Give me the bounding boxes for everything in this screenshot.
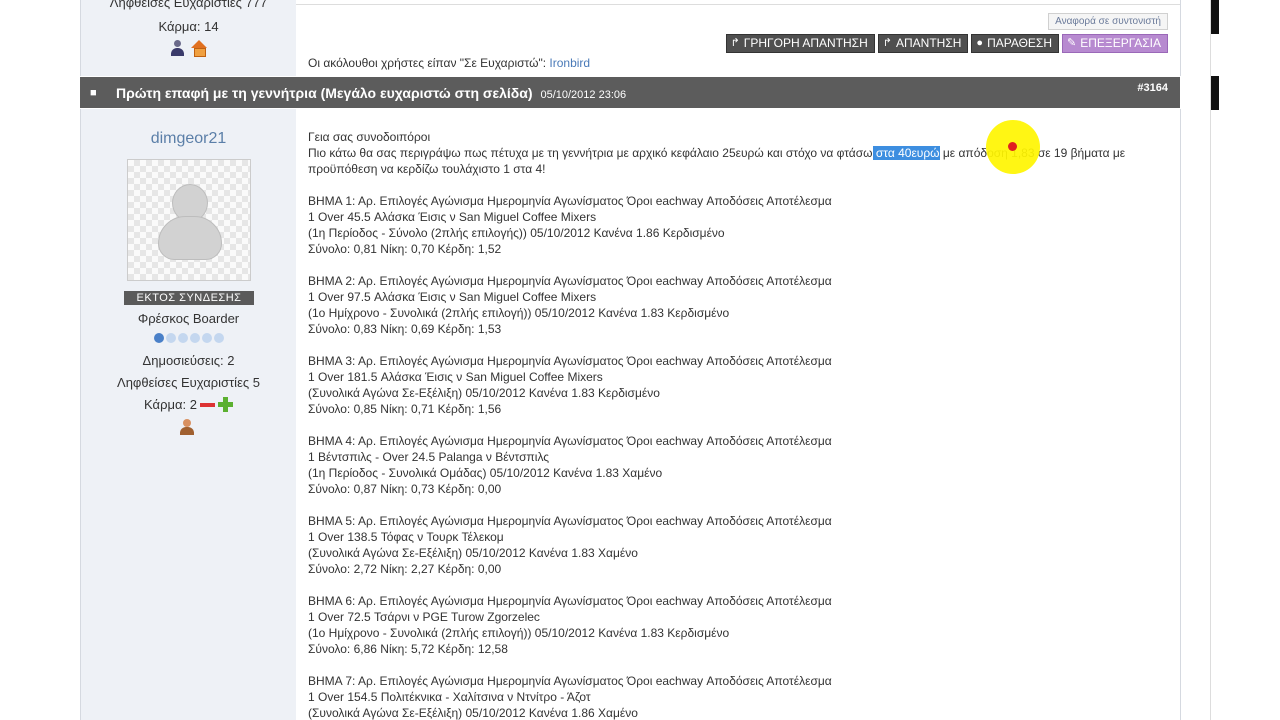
step-line: (1ο Ημίχρονο - Συνολικά (2πλής επιλογή))…: [308, 306, 730, 320]
post-bullet-icon: ■: [90, 87, 97, 99]
prev-post-sidebar: Ληφθείσες Ευχαριστίες 777 Κάρμα: 14: [80, 0, 297, 76]
step-summary: Σύνολο: 2,72 Νίκη: 2,27 Κέρδη: 0,00: [308, 562, 502, 576]
step-header: ΒΗΜΑ 4: Αρ. Επιλογές Αγώνισμα Ημερομηνία…: [308, 434, 832, 448]
step-header: ΒΗΜΑ 3: Αρ. Επιλογές Αγώνισμα Ημερομηνία…: [308, 354, 832, 368]
reply-button[interactable]: ↱ ΑΠΑΝΤΗΣΗ: [877, 34, 969, 53]
step-line: 1 Over 181.5 Αλάσκα Έισις ν San Miguel C…: [308, 370, 603, 384]
scrollbar-segment: [1211, 0, 1219, 34]
avatar-body: [158, 216, 222, 260]
step-block: ΒΗΜΑ 2: Αρ. Επιλογές Αγώνισμα Ημερομηνία…: [308, 273, 1158, 337]
rank-dot: [177, 333, 188, 343]
rank-dot: [153, 333, 164, 343]
rank-dot: [189, 333, 200, 343]
prev-post-content: Αναφορά σε συντονιστή ↱ ΓΡΗΓΟΡΗ ΑΠΑΝΤΗΣΗ…: [296, 0, 1181, 76]
selected-text: στα 40ευρώ: [872, 146, 940, 160]
avatar[interactable]: [127, 159, 251, 281]
prev-karma: Κάρμα: 14: [158, 19, 219, 34]
step-block: ΒΗΜΑ 6: Αρ. Επιλογές Αγώνισμα Ημερομηνία…: [308, 593, 1158, 657]
step-header: ΒΗΜΑ 7: Αρ. Επιλογές Αγώνισμα Ημερομηνία…: [308, 674, 832, 688]
karma-label: Κάρμα: 2: [144, 397, 197, 412]
post-header: ■ Πρώτη επαφή με τη γεννήτρια (Μεγάλο ευ…: [80, 77, 1180, 108]
rank-dot: [213, 333, 224, 343]
quote-button[interactable]: ● ΠΑΡΑΘΕΣΗ: [971, 34, 1060, 53]
step-header: ΒΗΜΑ 6: Αρ. Επιλογές Αγώνισμα Ημερομηνία…: [308, 594, 832, 608]
scrollbar-segment: [1211, 76, 1219, 110]
intro-text: Πιο κάτω θα σας περιγράψω πως πέτυχα με …: [308, 146, 873, 160]
step-header: ΒΗΜΑ 5: Αρ. Επιλογές Αγώνισμα Ημερομηνία…: [308, 514, 832, 528]
rank-dot: [165, 333, 176, 343]
post-title: Πρώτη επαφή με τη γεννήτρια (Μεγάλο ευχα…: [116, 85, 626, 101]
pencil-icon: ✎: [1067, 37, 1077, 49]
thanks-text: Οι ακόλουθοι χρήστες είπαν "Σε Ευχαριστώ…: [308, 56, 547, 70]
edit-label: ΕΠΕΞΕΡΓΑΣΙΑ: [1080, 36, 1161, 50]
step-block: ΒΗΜΑ 7: Αρ. Επιλογές Αγώνισμα Ημερομηνία…: [308, 673, 1158, 720]
author-sidebar: dimgeor21 ΕΚΤΟΣ ΣΥΝΔΕΣΗΣ Φρέσκος Boarder…: [80, 109, 297, 720]
step-line: (Συνολικά Αγώνα Σε-Εξέλιξη) 05/10/2012 Κ…: [308, 706, 638, 720]
rank-dot: [201, 333, 212, 343]
step-header: ΒΗΜΑ 1: Αρ. Επιλογές Αγώνισμα Ημερομηνία…: [308, 194, 832, 208]
prev-thanks-count: Ληφθείσες Ευχαριστίες 777: [109, 0, 268, 10]
thanks-user-link[interactable]: Ironbird: [549, 56, 590, 70]
post-title-text: Πρώτη επαφή με τη γεννήτρια (Μεγάλο ευχα…: [116, 85, 533, 101]
user-profile-icon[interactable]: [179, 419, 195, 435]
intro-paragraph: Πιο κάτω θα σας περιγράψω πως πέτυχα με …: [308, 145, 1158, 177]
step-line: (Συνολικά Αγώνα Σε-Εξέλιξη) 05/10/2012 Κ…: [308, 386, 660, 400]
divider: [296, 4, 1180, 5]
home-icon[interactable]: [190, 40, 208, 57]
step-line: (Συνολικά Αγώνα Σε-Εξέλιξη) 05/10/2012 Κ…: [308, 546, 638, 560]
step-summary: Σύνολο: 0,83 Νίκη: 0,69 Κέρδη: 1,53: [308, 322, 502, 336]
edit-button[interactable]: ✎ ΕΠΕΞΕΡΓΑΣΙΑ: [1062, 34, 1168, 53]
step-line: (1η Περίοδος - Συνολικά Ομάδας) 05/10/20…: [308, 466, 663, 480]
reply-arrow-icon: ↱: [730, 37, 740, 49]
rank-level-indicator: [81, 333, 296, 343]
step-summary: Σύνολο: 6,86 Νίκη: 5,72 Κέρδη: 12,58: [308, 642, 508, 656]
karma-plus-icon[interactable]: [217, 397, 233, 412]
step-header: ΒΗΜΑ 2: Αρ. Επιλογές Αγώνισμα Ημερομηνία…: [308, 274, 832, 288]
step-line: (1ο Ημίχρονο - Συνολικά (2πλής επιλογή))…: [308, 626, 730, 640]
karma-minus-icon[interactable]: [199, 402, 215, 407]
step-block: ΒΗΜΑ 3: Αρ. Επιλογές Αγώνισμα Ημερομηνία…: [308, 353, 1158, 417]
step-summary: Σύνολο: 0,87 Νίκη: 0,73 Κέρδη: 0,00: [308, 482, 502, 496]
post-body: Γεια σας συνοδοιπόροι Πιο κάτω θα σας πε…: [296, 109, 1181, 720]
reply-arrow-icon: ↱: [882, 37, 892, 49]
step-line: (1η Περίοδος - Σύνολο (2πλής επιλογής)) …: [308, 226, 725, 240]
greeting: Γεια σας συνοδοιπόροι: [308, 130, 431, 144]
step-block: ΒΗΜΑ 4: Αρ. Επιλογές Αγώνισμα Ημερομηνία…: [308, 433, 1158, 497]
step-summary: Σύνολο: 0,81 Νίκη: 0,70 Κέρδη: 1,52: [308, 242, 502, 256]
adjacent-window-edge: [1210, 0, 1280, 720]
author-username[interactable]: dimgeor21: [81, 130, 296, 148]
step-line: 1 Βέντσπιλς - Over 24.5 Palanga ν Βέντσπ…: [308, 450, 549, 464]
thanks-line: Οι ακόλουθοι χρήστες είπαν "Σε Ευχαριστώ…: [308, 56, 590, 70]
post-number-link[interactable]: #3164: [1137, 82, 1168, 94]
step-block: ΒΗΜΑ 1: Αρ. Επιλογές Αγώνισμα Ημερομηνία…: [308, 193, 1158, 257]
user-profile-icon[interactable]: [170, 40, 184, 56]
step-summary: Σύνολο: 0,85 Νίκη: 0,71 Κέρδη: 1,56: [308, 402, 502, 416]
post-date: 05/10/2012 23:06: [540, 89, 627, 101]
author-posts: Δημοσιεύσεις: 2: [142, 353, 235, 368]
post-text: Γεια σας συνοδοιπόροι Πιο κάτω θα σας πε…: [308, 129, 1158, 720]
prev-user-icons: [81, 40, 296, 57]
author-rank: Φρέσκος Boarder: [137, 311, 240, 326]
step-line: 1 Over 72.5 Τσάρνι ν PGE Turow Zgorzelec: [308, 610, 540, 624]
author-karma: Κάρμα: 2: [81, 397, 296, 412]
status-badge: ΕΚΤΟΣ ΣΥΝΔΕΣΗΣ: [124, 291, 254, 305]
reply-label: ΑΠΑΝΤΗΣΗ: [895, 36, 962, 50]
step-line: 1 Over 45.5 Αλάσκα Έισις ν San Miguel Co…: [308, 210, 597, 224]
forum-page: Ληφθείσες Ευχαριστίες 777 Κάρμα: 14 Αναφ…: [0, 0, 1210, 720]
speech-bubble-icon: ●: [976, 37, 984, 49]
step-block: ΒΗΜΑ 5: Αρ. Επιλογές Αγώνισμα Ημερομηνία…: [308, 513, 1158, 577]
step-line: 1 Over 97.5 Αλάσκα Έισις ν San Miguel Co…: [308, 290, 597, 304]
quick-reply-button[interactable]: ↱ ΓΡΗΓΟΡΗ ΑΠΑΝΤΗΣΗ: [725, 34, 875, 53]
author-thanks: Ληφθείσες Ευχαριστίες 5: [117, 375, 260, 390]
post-actions: ↱ ΓΡΗΓΟΡΗ ΑΠΑΝΤΗΣΗ ↱ ΑΠΑΝΤΗΣΗ ● ΠΑΡΑΘΕΣΗ…: [725, 34, 1168, 53]
step-line: 1 Over 154.5 Πολιτέκνικα - Χαλίτσινα ν Ν…: [308, 690, 591, 704]
quick-reply-label: ΓΡΗΓΟΡΗ ΑΠΑΝΤΗΣΗ: [743, 36, 868, 50]
quote-label: ΠΑΡΑΘΕΣΗ: [987, 36, 1053, 50]
report-button[interactable]: Αναφορά σε συντονιστή: [1048, 13, 1168, 30]
step-line: 1 Over 138.5 Τόφας ν Τουρκ Τέλεκομ: [308, 530, 504, 544]
